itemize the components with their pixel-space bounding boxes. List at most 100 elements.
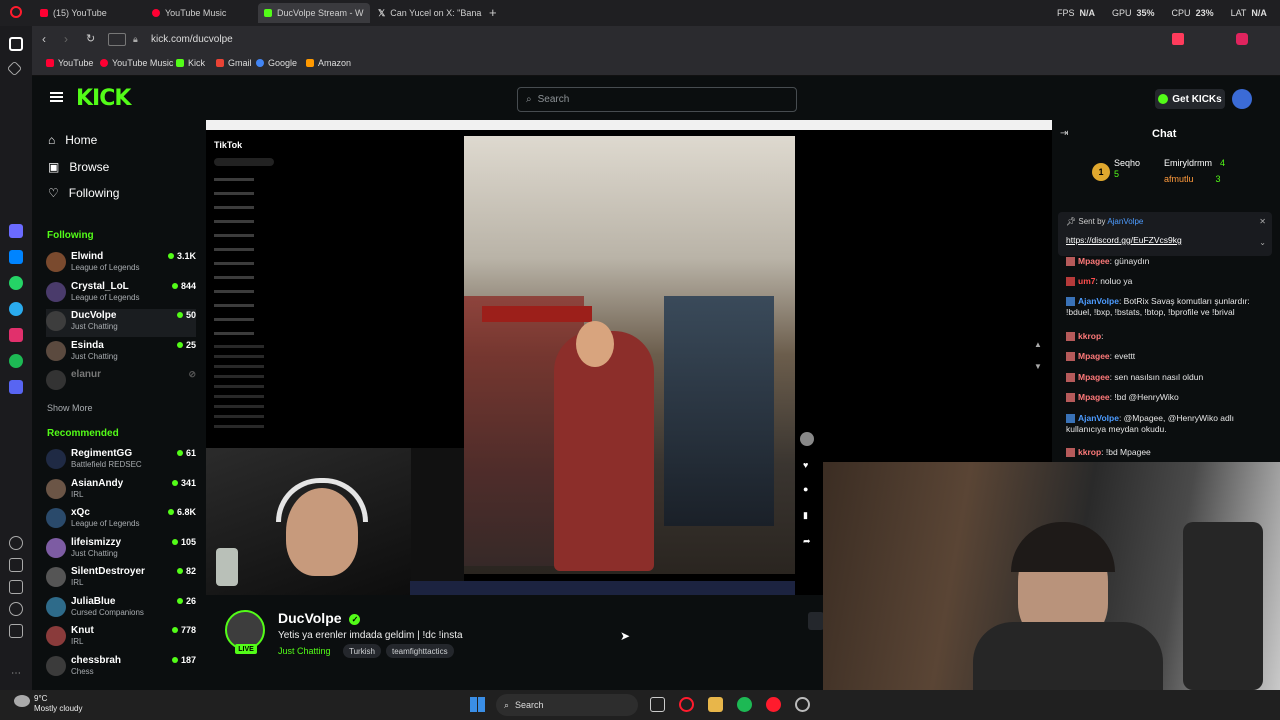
spotify-icon[interactable] <box>9 354 23 368</box>
chat-username[interactable]: AjanVolpe <box>1078 296 1119 306</box>
notification-bell-icon[interactable] <box>808 612 824 630</box>
bookmark-amazon[interactable]: Amazon <box>306 58 351 68</box>
top-gifter-2[interactable]: Emiryldrmm 4 <box>1164 158 1225 168</box>
tab-youtube[interactable]: (15) YouTube <box>34 3 144 23</box>
top-gifter-3[interactable]: afmutlu 3 <box>1164 174 1221 184</box>
viewer-count-value: 105 <box>180 536 196 547</box>
following-channel[interactable]: Crystal_LoL League of Legends 844 <box>46 280 196 308</box>
telegram-icon[interactable] <box>9 302 23 316</box>
bookmark-youtube[interactable]: YouTube <box>46 58 93 68</box>
history-icon[interactable] <box>9 558 23 572</box>
lightbulb-icon[interactable] <box>9 624 23 638</box>
tiktok-sidebar: TikTok <box>206 130 464 448</box>
weather-widget[interactable]: 9°C Mostly cloudy <box>34 694 82 714</box>
opera-logo-icon[interactable] <box>10 6 22 18</box>
nav-following[interactable]: ♡ Following <box>48 186 119 200</box>
instagram-icon[interactable] <box>9 328 23 342</box>
recommended-channel[interactable]: chessbrah Chess 187 <box>46 654 196 682</box>
messenger-icon[interactable] <box>9 250 23 264</box>
recommended-channel[interactable]: AsianAndy IRL 341 <box>46 477 196 505</box>
show-more-button[interactable]: Show More <box>47 403 93 413</box>
windows-start-icon[interactable] <box>470 697 485 712</box>
vpn-icon[interactable] <box>108 33 126 46</box>
extensions-icon[interactable] <box>9 580 23 594</box>
following-channel[interactable]: DucVolpe Just Chatting 50 <box>46 309 196 337</box>
live-dot-icon <box>167 509 174 515</box>
pinned-message[interactable]: 📌︎ Sent by AjanVolpe https://discord.gg/… <box>1058 212 1272 256</box>
bookmark-youtube-music[interactable]: YouTube Music <box>100 58 173 68</box>
streamer-name: DucVolpe <box>278 610 342 626</box>
following-channel[interactable]: Elwind League of Legends 3.1K <box>46 250 196 278</box>
bookmark-google[interactable]: Google <box>256 58 297 68</box>
nav-home[interactable]: ⌂ Home <box>48 133 97 147</box>
heart-icon[interactable] <box>9 536 23 550</box>
following-channel[interactable]: Esinda Just Chatting 25 <box>46 339 196 367</box>
bookmark-kick[interactable]: Kick <box>176 58 205 68</box>
chat-username[interactable]: kkrop <box>1078 447 1101 457</box>
get-kicks-button[interactable]: Get KICKs <box>1155 89 1225 109</box>
channel-name: RegimentGG <box>71 448 133 459</box>
opera-taskbar-icon[interactable] <box>679 697 694 712</box>
taskbar-search[interactable]: ⌕ Search <box>496 694 638 716</box>
forward-icon[interactable]: › <box>64 32 68 46</box>
settings-icon[interactable] <box>9 602 23 616</box>
viewer-count-value: 3.1K <box>176 251 196 261</box>
bookmark-gmail[interactable]: Gmail <box>216 58 252 68</box>
back-icon[interactable]: ‹ <box>42 32 46 46</box>
search-icon: ⌕ <box>526 94 532 105</box>
unpin-icon[interactable]: ✕ <box>1259 217 1266 226</box>
recommended-channel[interactable]: Knut IRL 778 <box>46 624 196 652</box>
tab-ducvolpe-stream[interactable]: DucVolpe Stream - W <box>258 3 370 23</box>
player-icon[interactable] <box>9 380 23 394</box>
new-tab-button[interactable]: + <box>489 5 497 20</box>
pinned-link[interactable]: https://discord.gg/EuFZVcs9kg <box>1066 235 1182 245</box>
chat-username[interactable]: Mpagee <box>1078 372 1110 382</box>
task-view-icon[interactable] <box>650 697 665 712</box>
chat-message: um7: noluo ya <box>1066 276 1271 287</box>
chat-username[interactable]: Mpagee <box>1078 256 1110 266</box>
video-progress-bar[interactable] <box>410 581 795 595</box>
url-field[interactable]: kick.com/ducvolpe <box>151 34 233 45</box>
more-icon[interactable]: ⋯ <box>9 668 23 682</box>
collapse-chat-icon[interactable]: ⇥ <box>1060 128 1068 139</box>
chat-username[interactable]: AjanVolpe <box>1078 413 1119 423</box>
recommended-channel[interactable]: RegimentGG Battlefield REDSEC 61 <box>46 447 196 475</box>
settings-taskbar-icon[interactable] <box>795 697 810 712</box>
menu-icon[interactable] <box>50 92 63 94</box>
reload-icon[interactable]: ↻ <box>86 32 95 45</box>
spotify-taskbar-icon[interactable] <box>737 697 752 712</box>
recommended-channel[interactable]: xQc League of Legends 6.8K <box>46 506 196 534</box>
chat-username[interactable]: kkrop <box>1078 331 1101 341</box>
pin-icon[interactable] <box>6 60 23 77</box>
chat-message: Mpagee: sen nasılsın nasıl oldun <box>1066 372 1271 383</box>
top-gifter-1[interactable]: Seqho 5 <box>1114 158 1140 180</box>
file-explorer-icon[interactable] <box>708 697 723 712</box>
tag-teamfighttactics[interactable]: teamfighttactics <box>386 644 454 658</box>
search-input[interactable]: ⌕ Search <box>517 87 797 112</box>
following-channel[interactable]: elanur ⊘ <box>46 368 196 396</box>
chat-username[interactable]: Mpagee <box>1078 351 1110 361</box>
tab-x-post[interactable]: 𝕏 Can Yucel on X: "Bana g <box>372 3 484 23</box>
recommended-channel[interactable]: JuliaBlue Cursed Companions 26 <box>46 595 196 623</box>
expand-icon[interactable]: ⌄ <box>1259 238 1266 247</box>
nav-browse[interactable]: ▣ Browse <box>48 160 109 174</box>
tab-youtube-music[interactable]: YouTube Music <box>146 3 256 23</box>
user-badge-icon <box>1066 257 1075 267</box>
chat-username[interactable]: um7 <box>1078 276 1095 286</box>
recommended-channel[interactable]: lifeismizzy Just Chatting 105 <box>46 536 196 564</box>
user-avatar[interactable] <box>1232 89 1252 109</box>
ai-icon[interactable] <box>9 224 23 238</box>
kick-icon <box>176 59 184 67</box>
recommended-channel[interactable]: SilentDestroyer IRL 82 <box>46 565 196 593</box>
whatsapp-icon[interactable] <box>9 276 23 290</box>
kick-logo[interactable]: KICK <box>76 86 131 111</box>
extension-icon[interactable] <box>1172 33 1184 45</box>
stream-category[interactable]: Just Chatting <box>278 646 331 656</box>
viewer-count-value: 25 <box>185 339 196 350</box>
opera-gx-taskbar-icon[interactable] <box>766 697 781 712</box>
tag-turkish[interactable]: Turkish <box>343 644 381 658</box>
streamer-name-row[interactable]: DucVolpe ✓ <box>278 610 361 626</box>
home-icon[interactable] <box>9 37 23 51</box>
chat-username[interactable]: Mpagee <box>1078 392 1110 402</box>
profile-icon[interactable] <box>1236 33 1248 45</box>
